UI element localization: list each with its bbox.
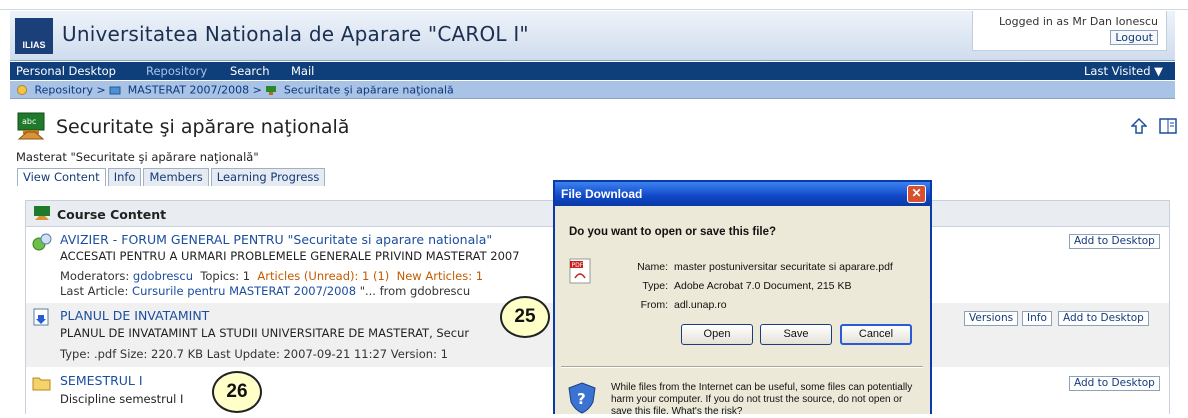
shield-question-icon: ? <box>567 382 597 417</box>
add-to-desktop-button[interactable]: Add to Desktop <box>1069 234 1160 249</box>
file-download-icon <box>33 308 49 329</box>
type-label: Type: <box>642 280 668 292</box>
callout-26: 26 <box>212 371 262 413</box>
callout-25: 25 <box>500 296 550 338</box>
course-content-title: Course Content <box>57 207 167 222</box>
add-to-desktop-button[interactable]: Add to Desktop <box>1058 311 1149 326</box>
forum-last-article-line: Last Article: Cursurile pentru MASTERAT … <box>60 284 470 298</box>
last-visited-menu[interactable]: Last Visited ▼ <box>1084 64 1163 78</box>
name-label: Name: <box>637 261 668 273</box>
svg-text:abc: abc <box>22 117 36 126</box>
dialog-titlebar[interactable]: File Download ✕ <box>555 182 930 206</box>
dialog-warning-text: While files from the Internet can be use… <box>611 382 913 417</box>
nav-repository[interactable]: Repository <box>146 64 207 78</box>
tab-view-content[interactable]: View Content <box>17 168 106 186</box>
main-nav: Personal Desktop Repository Search Mail … <box>10 62 1175 80</box>
forum-description: ACCESATI PENTRU A URMARI PROBLEMELE GENE… <box>60 249 520 263</box>
breadcrumb: Repository > MASTERAT 2007/2008 > Securi… <box>10 81 1175 99</box>
ilias-logo[interactable]: ILIAS <box>15 18 53 54</box>
open-button[interactable]: Open <box>681 324 753 345</box>
last-article-label: Last Article: <box>60 284 129 298</box>
nav-mail[interactable]: Mail <box>291 64 314 78</box>
file-title-link[interactable]: PLANUL DE INVATAMINT <box>60 308 209 323</box>
logout-button[interactable]: Logout <box>1110 30 1158 45</box>
moderator-link[interactable]: gdobrescu <box>133 269 193 283</box>
category-icon <box>109 85 121 95</box>
last-article-link[interactable]: Cursurile pentru MASTERAT 2007/2008 <box>132 284 356 298</box>
cancel-button[interactable]: Cancel <box>840 324 912 345</box>
site-header: ILIAS Universitatea Nationala de Aparare… <box>10 11 1175 61</box>
close-icon[interactable]: ✕ <box>907 185 926 203</box>
file-description: PLANUL DE INVATAMINT LA STUDII UNIVERSIT… <box>60 326 470 340</box>
file-download-dialog: File Download ✕ Do you want to open or s… <box>553 180 932 417</box>
course-icon: abc <box>16 112 46 143</box>
nav-personal-desktop[interactable]: Personal Desktop <box>16 64 116 78</box>
dialog-separator <box>561 366 923 368</box>
tab-bar: View Content Info Members Learning Progr… <box>17 168 327 186</box>
forum-moderators-line: Moderators: gdobrescu Topics: 1 Articles… <box>60 269 483 283</box>
tab-info[interactable]: Info <box>107 168 142 186</box>
page-description: Masterat "Securitate şi apărare naţional… <box>16 150 259 164</box>
course-content-icon <box>33 205 51 224</box>
dialog-title: File Download <box>561 187 643 201</box>
forum-icon <box>32 233 52 254</box>
login-box: Logged in as Mr Dan Ionescu Logout <box>972 11 1167 51</box>
versions-button[interactable]: Versions <box>964 311 1019 326</box>
layout-toggle-icon[interactable] <box>1159 118 1177 137</box>
topics-count: Topics: 1 <box>200 269 251 283</box>
breadcrumb-masterat[interactable]: MASTERAT 2007/2008 <box>128 84 249 97</box>
add-to-desktop-button[interactable]: Add to Desktop <box>1069 376 1160 391</box>
from-label: From: <box>640 299 668 311</box>
file-from-value: adl.unap.ro <box>674 299 727 311</box>
pdf-badge-text: PDF <box>572 262 584 269</box>
folder-icon <box>32 374 52 394</box>
site-title: Universitatea Nationala de Aparare "CARO… <box>62 22 529 46</box>
pdf-file-icon: PDF <box>569 258 591 287</box>
dialog-question: Do you want to open or save this file? <box>569 226 777 238</box>
login-status: Logged in as Mr Dan Ionescu <box>998 15 1158 28</box>
nav-search[interactable]: Search <box>230 64 270 78</box>
repository-icon <box>16 85 28 95</box>
tab-members[interactable]: Members <box>143 168 209 186</box>
moderators-label: Moderators: <box>60 269 130 283</box>
file-meta: Type: .pdf Size: 220.7 KB Last Update: 2… <box>60 347 448 361</box>
folder-description: Discipline semestrul I <box>60 392 184 406</box>
last-article-suffix: "... from gdobrescu <box>359 284 471 298</box>
up-arrow-icon[interactable] <box>1130 117 1148 137</box>
breadcrumb-course[interactable]: Securitate şi apărare naţională <box>284 84 454 97</box>
file-name-value: master postuniversitar securitate si apa… <box>674 261 893 273</box>
save-button[interactable]: Save <box>760 324 832 345</box>
file-type-value: Adobe Acrobat 7.0 Document, 215 KB <box>674 280 852 292</box>
page-title: Securitate şi apărare naţională <box>56 116 350 138</box>
folder-title-link[interactable]: SEMESTRUL I <box>60 373 143 388</box>
svg-text:?: ? <box>577 390 586 408</box>
articles-unread: Articles (Unread): 1 (1) <box>257 269 390 283</box>
course-icon <box>265 85 277 95</box>
new-articles: New Articles: 1 <box>396 269 484 283</box>
breadcrumb-repository[interactable]: Repository <box>35 84 94 97</box>
info-button[interactable]: Info <box>1022 311 1052 326</box>
breadcrumb-separator: > <box>252 83 262 97</box>
page-actions <box>1130 117 1177 137</box>
forum-title-link[interactable]: AVIZIER - FORUM GENERAL PENTRU "Securita… <box>60 232 492 247</box>
browser-top-edge <box>0 0 1188 10</box>
breadcrumb-separator: > <box>96 83 106 97</box>
tab-learning-progress[interactable]: Learning Progress <box>210 168 326 186</box>
dialog-file-info: Name: master postuniversitar securitate s… <box>635 258 893 315</box>
